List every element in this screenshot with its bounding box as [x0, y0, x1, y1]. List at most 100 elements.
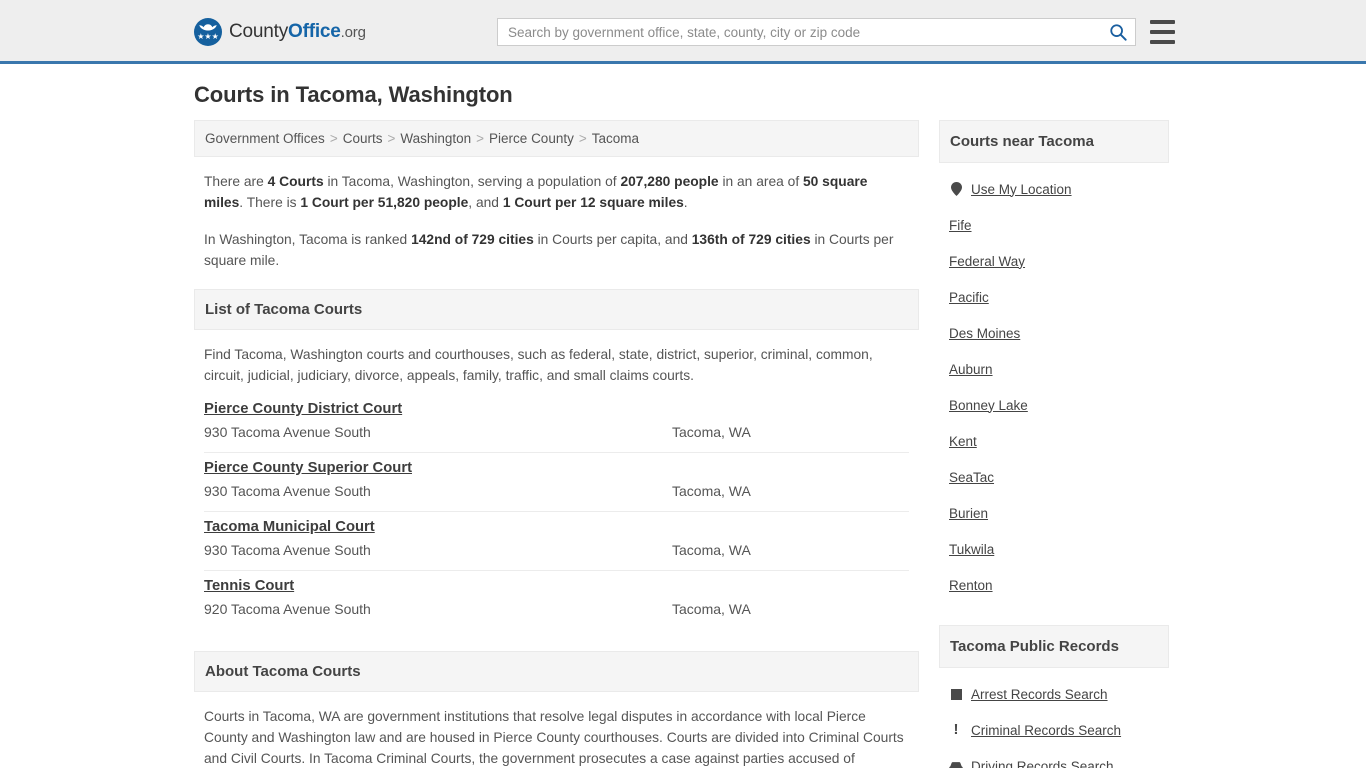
sidebar-item-renton[interactable]: Renton [949, 567, 1159, 603]
nearby-courts-box: Courts near Tacoma Use My Location Fife [939, 120, 1169, 603]
search-icon [1110, 24, 1127, 41]
exclamation-icon: ! [953, 721, 959, 738]
sidebar-item-arrest-records[interactable]: Arrest Records Search [949, 676, 1159, 712]
sidebar-item-burien[interactable]: Burien [949, 495, 1159, 531]
breadcrumb-separator: > [387, 131, 396, 146]
car-icon [949, 761, 963, 768]
sidebar-link-label[interactable]: Driving Records Search [971, 759, 1114, 768]
search-bar[interactable] [497, 18, 1136, 46]
intro-text: . [683, 195, 688, 210]
breadcrumb-item-courts[interactable]: Courts [343, 131, 383, 146]
breadcrumb-item-government-offices[interactable]: Government Offices [205, 131, 325, 146]
sidebar-link-label[interactable]: Burien [949, 506, 988, 521]
page-body: Courts in Tacoma, Washington Government … [0, 64, 1366, 768]
sidebar-item-des-moines[interactable]: Des Moines [949, 315, 1159, 351]
sidebar-link-label[interactable]: Arrest Records Search [971, 687, 1108, 702]
stat-per-capita: 1 Court per 51,820 people [300, 195, 469, 210]
brand-part1: County [229, 21, 289, 42]
court-city-state: Tacoma, WA [672, 601, 751, 617]
court-name-link[interactable]: Pierce County Superior Court [204, 460, 412, 476]
stat-population: 207,280 people [620, 174, 719, 189]
sidebar-item-criminal-records[interactable]: ! Criminal Records Search [949, 712, 1159, 748]
stat-rank-per-capita: 142nd of 729 cities [411, 232, 534, 247]
intro-paragraph-2: In Washington, Tacoma is ranked 142nd of… [204, 229, 909, 271]
court-name-link[interactable]: Tacoma Municipal Court [204, 519, 375, 535]
list-section-description: Find Tacoma, Washington courts and court… [204, 347, 873, 383]
intro-text: There are [204, 174, 268, 189]
breadcrumb-separator: > [578, 131, 587, 146]
intro-text: in Courts per capita, and [533, 232, 692, 247]
sidebar-link-label[interactable]: Federal Way [949, 254, 1025, 269]
sidebar-link-label[interactable]: Kent [949, 434, 977, 449]
stat-per-sq-mile: 1 Court per 12 square miles [502, 195, 684, 210]
sidebar-link-label[interactable]: Bonney Lake [949, 398, 1028, 413]
sidebar-link-label[interactable]: SeaTac [949, 470, 994, 485]
court-list-item: Tacoma Municipal Court 930 Tacoma Avenue… [204, 512, 909, 571]
page-title: Courts in Tacoma, Washington [194, 82, 513, 107]
stars-icon: ★★★ [197, 32, 219, 41]
sidebar-item-auburn[interactable]: Auburn [949, 351, 1159, 387]
public-records-heading: Tacoma Public Records [939, 625, 1169, 668]
intro-text: in an area of [718, 174, 803, 189]
intro-statistics: There are 4 Courts in Tacoma, Washington… [194, 157, 919, 289]
sidebar-item-tukwila[interactable]: Tukwila [949, 531, 1159, 567]
court-list: Pierce County District Court 930 Tacoma … [194, 394, 919, 629]
map-pin-icon [949, 182, 963, 196]
brand-wordmark: CountyOffice.org [229, 21, 366, 43]
breadcrumb: Government Offices > Courts > Washington > Pie… [194, 120, 919, 157]
nearby-courts-list: Use My Location Fife Federal Way Pacific… [939, 163, 1169, 603]
sidebar-item-kent[interactable]: Kent [949, 423, 1159, 459]
sidebar-item-fife[interactable]: Fife [949, 207, 1159, 243]
breadcrumb-item-tacoma[interactable]: Tacoma [592, 131, 639, 146]
breadcrumb-item-washington[interactable]: Washington [400, 131, 471, 146]
court-address: 930 Tacoma Avenue South [204, 542, 371, 558]
county-office-logo-icon: ★★★ [194, 18, 222, 46]
sidebar-link-label[interactable]: Criminal Records Search [971, 723, 1121, 738]
stat-rank-per-sq-mile: 136th of 729 cities [691, 232, 811, 247]
sidebar-link-label[interactable]: Fife [949, 218, 972, 233]
breadcrumb-item-pierce-county[interactable]: Pierce County [489, 131, 574, 146]
sidebar-link-label[interactable]: Tukwila [949, 542, 994, 557]
sidebar-link-label[interactable]: Des Moines [949, 326, 1020, 341]
about-section-heading: About Tacoma Courts [194, 651, 919, 692]
intro-text: in Tacoma, Washington, serving a populat… [323, 174, 621, 189]
breadcrumb-separator: > [329, 131, 338, 146]
sidebar-item-bonney-lake[interactable]: Bonney Lake [949, 387, 1159, 423]
public-records-box: Tacoma Public Records Arrest Records Sea… [939, 625, 1169, 768]
court-list-item: Pierce County Superior Court 930 Tacoma … [204, 453, 909, 512]
intro-paragraph-1: There are 4 Courts in Tacoma, Washington… [204, 171, 909, 213]
breadcrumb-separator: > [476, 131, 485, 146]
brand-tld: .org [340, 24, 366, 41]
site-logo[interactable]: ★★★ CountyOffice.org [194, 18, 366, 46]
court-list-item: Tennis Court 920 Tacoma Avenue South Tac… [204, 571, 909, 629]
sidebar-item-driving-records[interactable]: Driving Records Search [949, 748, 1159, 768]
sidebar-item-use-my-location[interactable]: Use My Location [949, 171, 1159, 207]
court-name-link[interactable]: Tennis Court [204, 578, 294, 594]
about-section-body: Courts in Tacoma, WA are government inst… [204, 709, 904, 766]
court-address: 930 Tacoma Avenue South [204, 424, 371, 440]
hamburger-menu-icon[interactable] [1150, 20, 1175, 44]
sidebar-link-label[interactable]: Use My Location [971, 182, 1072, 197]
square-icon [949, 688, 963, 700]
sidebar-link-label[interactable]: Renton [949, 578, 993, 593]
stat-court-count: 4 Courts [267, 174, 324, 189]
sidebar-link-label[interactable]: Auburn [949, 362, 993, 377]
court-list-item: Pierce County District Court 930 Tacoma … [204, 394, 909, 453]
court-city-state: Tacoma, WA [672, 483, 751, 499]
sidebar-item-pacific[interactable]: Pacific [949, 279, 1159, 315]
search-button[interactable] [1101, 19, 1135, 45]
menu-bar-1 [1150, 20, 1175, 24]
eagle-icon [199, 24, 217, 31]
sidebar-item-federal-way[interactable]: Federal Way [949, 243, 1159, 279]
brand-part2: Office [288, 21, 341, 42]
menu-bar-3 [1150, 40, 1175, 44]
court-address: 930 Tacoma Avenue South [204, 483, 371, 499]
sidebar-link-label[interactable]: Pacific [949, 290, 989, 305]
public-records-list: Arrest Records Search ! Criminal Records… [939, 668, 1169, 768]
court-city-state: Tacoma, WA [672, 542, 751, 558]
intro-text: . There is [239, 195, 301, 210]
search-input[interactable] [498, 19, 1101, 45]
sidebar-item-seatac[interactable]: SeaTac [949, 459, 1159, 495]
court-name-link[interactable]: Pierce County District Court [204, 401, 402, 417]
main-content: Courts in Tacoma, Washington Government … [194, 82, 919, 768]
